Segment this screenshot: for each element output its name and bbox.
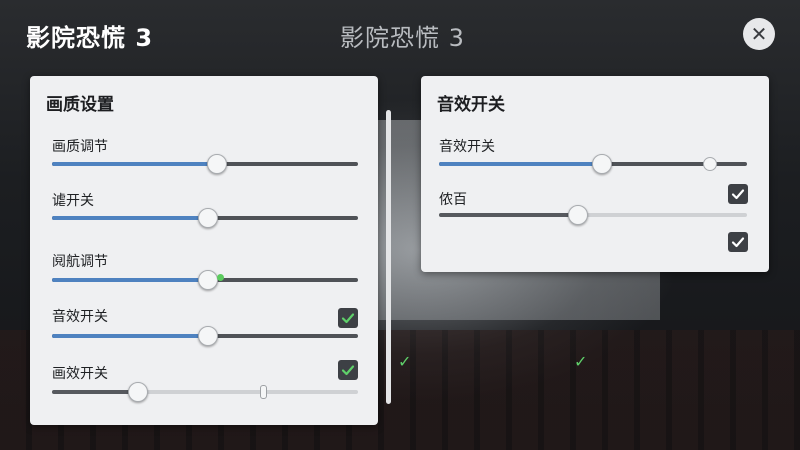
slider-fill bbox=[52, 216, 209, 220]
setting-checkbox[interactable] bbox=[728, 232, 748, 252]
slider-thumb[interactable] bbox=[592, 154, 613, 174]
toggle-slider[interactable] bbox=[52, 208, 358, 228]
slider-thumb[interactable] bbox=[207, 154, 228, 174]
setting-checkbox[interactable] bbox=[338, 360, 358, 380]
sound-settings-panel: 音效开关 音效开关 侬百 bbox=[421, 76, 769, 272]
adjust-slider[interactable] bbox=[52, 270, 358, 290]
slider-thumb[interactable] bbox=[567, 205, 588, 225]
slider-fill bbox=[439, 162, 603, 166]
slider-fill bbox=[52, 162, 218, 166]
close-button[interactable]: ✕ bbox=[743, 18, 775, 50]
slider-fill bbox=[52, 390, 138, 394]
panel-title: 画质设置 bbox=[46, 95, 114, 115]
quality-slider[interactable] bbox=[52, 154, 358, 174]
sound-slider[interactable] bbox=[52, 326, 358, 346]
effect-slider[interactable] bbox=[52, 382, 358, 402]
close-icon: ✕ bbox=[750, 22, 768, 46]
background-check-icon: ✓ bbox=[574, 352, 588, 371]
game-title: 影院恐慌 3 bbox=[26, 24, 154, 52]
quality-settings-panel: 画质设置 画质调节 谑开关 阋航调节 音效开关 画效开关 bbox=[30, 76, 378, 425]
slider-thumb[interactable] bbox=[198, 270, 219, 290]
setting-label: 画质调节 bbox=[52, 139, 108, 155]
setting-checkbox[interactable] bbox=[338, 308, 358, 328]
setting-label: 音效开关 bbox=[439, 139, 495, 155]
setting-label: 音效开关 bbox=[52, 309, 108, 325]
panel-title: 音效开关 bbox=[437, 95, 505, 115]
check-icon bbox=[341, 313, 355, 324]
slider-fill bbox=[52, 334, 209, 338]
slider-marker bbox=[260, 385, 268, 399]
background-check-icon: ✓ bbox=[398, 352, 412, 371]
center-title: 影院恐慌 3 bbox=[340, 24, 465, 52]
setting-label: 阋航调节 bbox=[52, 254, 108, 270]
slider-thumb[interactable] bbox=[198, 208, 219, 228]
slider-thumb[interactable] bbox=[198, 326, 219, 346]
check-icon bbox=[731, 237, 745, 248]
setting-checkbox[interactable] bbox=[728, 184, 748, 204]
sound-slider[interactable] bbox=[439, 154, 747, 174]
check-icon bbox=[731, 189, 745, 200]
setting-label: 谑开关 bbox=[52, 193, 94, 209]
slider-fill bbox=[439, 213, 578, 217]
slider-fill bbox=[52, 278, 209, 282]
volume-slider[interactable] bbox=[439, 205, 747, 225]
check-icon bbox=[341, 365, 355, 376]
slider-thumb[interactable] bbox=[127, 382, 148, 402]
slider-secondary-thumb[interactable] bbox=[703, 157, 718, 171]
scrollbar[interactable] bbox=[386, 110, 391, 404]
setting-label: 画效开关 bbox=[52, 366, 108, 382]
